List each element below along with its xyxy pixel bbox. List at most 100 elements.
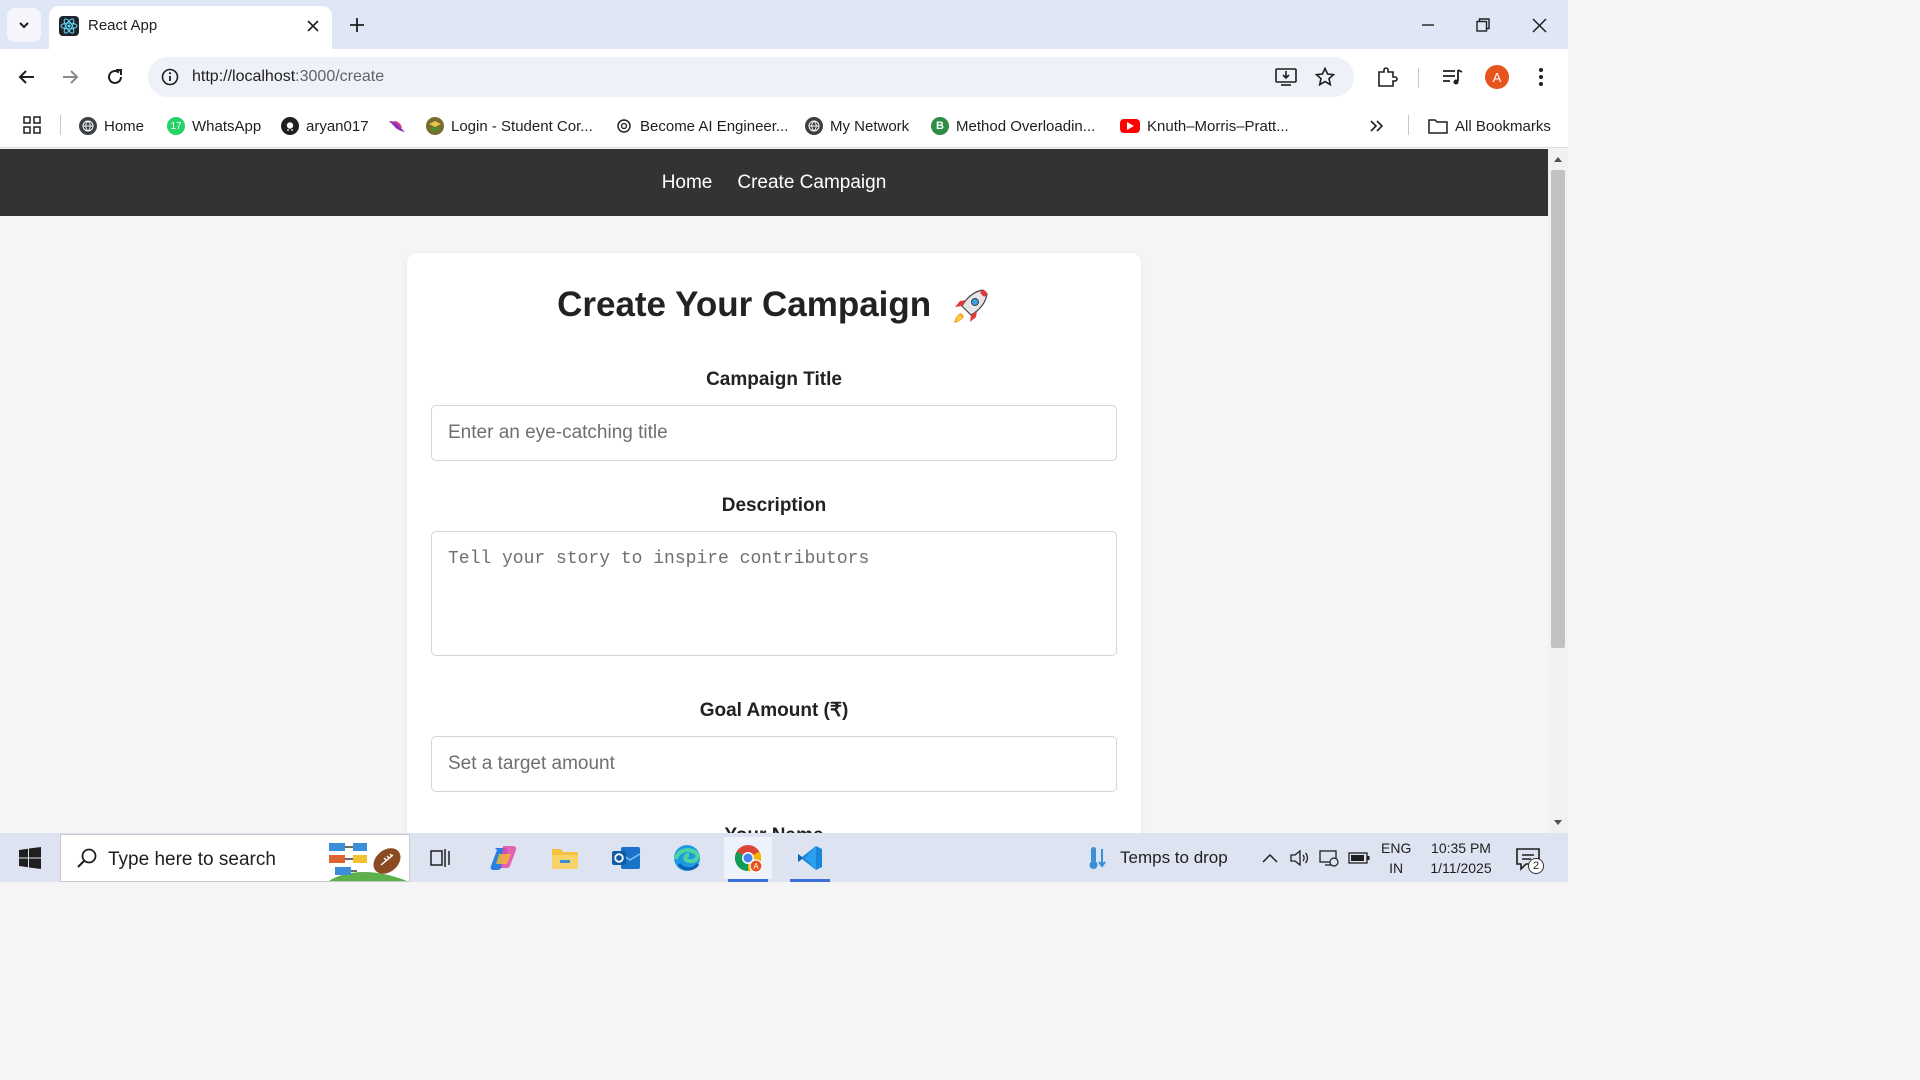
- bookmark-method-overloading[interactable]: B Method Overloadin...: [931, 112, 1095, 140]
- page-scrollbar[interactable]: [1548, 149, 1568, 833]
- new-tab-button[interactable]: [343, 11, 371, 39]
- double-chevron-right-icon: [1370, 120, 1384, 132]
- bookmarks-divider: [60, 115, 61, 135]
- folder-icon: [552, 849, 578, 869]
- bookmarks-bar: Home 17 WhatsApp aryan017 Login - Studen…: [0, 105, 1568, 148]
- system-clock[interactable]: 10:35 PM 1/11/2025: [1424, 838, 1498, 878]
- whatsapp-icon: 17: [167, 117, 185, 135]
- description-label: Description: [721, 495, 827, 516]
- rocket-icon: [953, 289, 988, 323]
- minimize-icon: [1422, 24, 1434, 26]
- weather-widget[interactable]: Temps to drop: [1086, 845, 1228, 871]
- clock-time: 10:35 PM: [1431, 840, 1491, 856]
- site-info-icon[interactable]: [156, 63, 184, 91]
- bookmark-label: Knuth–Morris–Pratt...: [1147, 117, 1289, 135]
- outlook-button[interactable]: [602, 837, 650, 879]
- campaign-title-input[interactable]: [431, 405, 1117, 461]
- scroll-up-icon[interactable]: [1553, 154, 1563, 164]
- bookmark-home[interactable]: Home: [79, 112, 144, 140]
- globe-icon: [79, 117, 97, 135]
- copilot-icon: [490, 846, 517, 870]
- volume-icon[interactable]: [1288, 847, 1310, 869]
- your-name-label: Your Name: [407, 825, 1141, 833]
- plus-icon: [350, 18, 364, 32]
- address-bar[interactable]: http://localhost:3000/create: [148, 57, 1354, 97]
- student-portal-icon: [426, 117, 444, 135]
- tab-close-icon[interactable]: [302, 15, 324, 37]
- nav-link-create-campaign[interactable]: Create Campaign: [737, 172, 886, 194]
- bookmark-star-icon[interactable]: [1311, 63, 1339, 91]
- page-title-text: Create Your Campaign: [557, 285, 932, 324]
- search-highlight-illustration-icon: [329, 843, 407, 881]
- file-explorer-button[interactable]: [541, 837, 589, 879]
- tab-strip: React App: [0, 0, 1568, 49]
- extensions-icon[interactable]: [1371, 61, 1403, 93]
- notification-count-badge: 2: [1528, 858, 1544, 874]
- task-view-button[interactable]: [417, 837, 465, 879]
- bookmark-label: Become AI Engineer...: [640, 117, 789, 135]
- back-button[interactable]: [11, 61, 43, 93]
- arrow-right-icon: [63, 70, 79, 84]
- clock-date: 1/11/2025: [1430, 860, 1492, 876]
- folder-icon: [1428, 119, 1448, 134]
- profile-avatar[interactable]: A: [1485, 65, 1509, 89]
- network-icon[interactable]: [1318, 847, 1340, 869]
- reload-button[interactable]: [99, 61, 131, 93]
- show-hidden-icons-button[interactable]: [1259, 847, 1281, 869]
- b-icon: B: [931, 117, 949, 135]
- media-controls-icon[interactable]: [1436, 61, 1468, 93]
- apps-grid-icon[interactable]: [20, 113, 44, 137]
- bookmark-label: WhatsApp: [192, 117, 262, 135]
- copilot-button[interactable]: [480, 837, 528, 879]
- restore-icon: [1476, 18, 1490, 32]
- start-button[interactable]: [10, 841, 50, 875]
- chevron-up-icon: [1262, 853, 1278, 863]
- outlook-icon: [612, 847, 641, 869]
- restore-button[interactable]: [1466, 8, 1500, 42]
- bookmark-ai-engineer[interactable]: Become AI Engineer...: [615, 112, 788, 140]
- windows-taskbar: Type here to search A Temps to drop ENG …: [0, 833, 1568, 882]
- taskbar-search-box[interactable]: Type here to search: [60, 834, 410, 882]
- bookmark-student-login[interactable]: Login - Student Cor...: [426, 112, 593, 140]
- taskbar-search-placeholder: Type here to search: [108, 849, 276, 870]
- reload-icon: [108, 69, 122, 84]
- more-bookmarks-button[interactable]: [1370, 112, 1384, 140]
- tab-search-button[interactable]: [7, 8, 41, 42]
- goal-amount-input[interactable]: [431, 736, 1117, 792]
- bookmark-label: Home: [104, 117, 145, 135]
- bookmark-github[interactable]: aryan017: [281, 112, 369, 140]
- page-viewport: Home Create Campaign Create Your Campaig…: [0, 149, 1548, 833]
- bookmark-kmp[interactable]: Knuth–Morris–Pratt...: [1120, 112, 1289, 140]
- bookmark-whatsapp[interactable]: 17 WhatsApp: [167, 112, 261, 140]
- scroll-thumb[interactable]: [1551, 170, 1565, 648]
- all-bookmarks-label: All Bookmarks: [1455, 117, 1551, 135]
- edge-icon: [674, 845, 700, 871]
- react-icon: [59, 16, 79, 36]
- battery-icon[interactable]: [1348, 847, 1370, 869]
- browser-tab[interactable]: React App: [49, 6, 332, 49]
- install-app-icon[interactable]: [1272, 63, 1300, 91]
- url-text: http://localhost:3000/create: [192, 68, 384, 86]
- close-window-button[interactable]: [1522, 8, 1556, 42]
- scroll-down-icon[interactable]: [1553, 818, 1563, 828]
- forward-button[interactable]: [54, 61, 86, 93]
- globe-icon: [805, 117, 823, 135]
- all-bookmarks-button[interactable]: All Bookmarks: [1428, 112, 1551, 140]
- description-textarea[interactable]: [431, 531, 1117, 656]
- windows-icon: [19, 847, 41, 869]
- edge-button[interactable]: [663, 837, 711, 879]
- thermometer-icon: [1089, 847, 1106, 869]
- language-code: ENG: [1381, 840, 1412, 856]
- browser-toolbar: http://localhost:3000/create: [0, 49, 1568, 105]
- minimize-button[interactable]: [1411, 8, 1445, 42]
- goal-amount-label: Goal Amount (₹): [699, 700, 849, 721]
- chrome-button[interactable]: A: [724, 837, 772, 882]
- nav-link-home[interactable]: Home: [662, 172, 713, 194]
- menu-kebab-icon[interactable]: [1525, 61, 1557, 93]
- bookmark-bird[interactable]: [388, 112, 406, 140]
- bookmark-label: aryan017: [306, 117, 369, 135]
- language-indicator[interactable]: ENG IN: [1381, 838, 1411, 878]
- vscode-button[interactable]: [786, 837, 834, 882]
- bookmark-my-network[interactable]: My Network: [805, 112, 909, 140]
- campaign-title-label: Campaign Title: [706, 369, 842, 390]
